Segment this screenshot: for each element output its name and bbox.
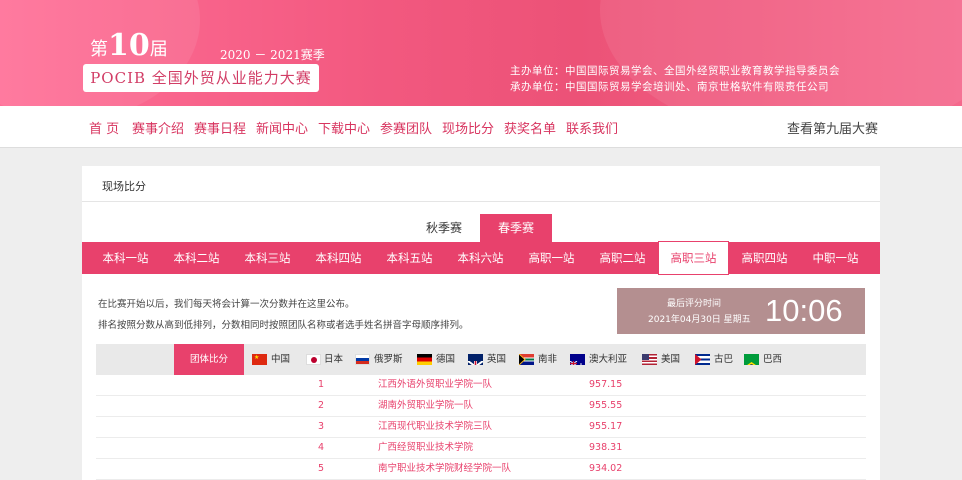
co-organizer-line: 承办单位：中国国际贸易学会培训处、南京世格软件有限责任公司 (510, 81, 829, 93)
time-clock: 10:06 (765, 293, 843, 328)
tab-station[interactable]: 本科二站 (161, 242, 232, 274)
table-row: 4 广西经贸职业技术学院 938.31 (96, 438, 866, 459)
japan-flag-icon (306, 354, 321, 365)
tab-station[interactable]: 高职二站 (587, 242, 658, 274)
team-cell: 南宁职业技术学院财经学院一队 (378, 463, 512, 474)
edition-number: 10 (108, 28, 150, 63)
rank-cell: 1 (318, 379, 325, 390)
edition-title: 第10届 (90, 28, 168, 63)
nav-teams[interactable]: 参赛团队 (380, 118, 432, 137)
tab-station-active[interactable]: 高职三站 (658, 241, 729, 275)
rank-cell: 4 (318, 442, 325, 453)
tab-station[interactable]: 高职一站 (516, 242, 587, 274)
nav-awards[interactable]: 获奖名单 (504, 118, 556, 137)
rank-cell: 3 (318, 421, 325, 432)
russia-flag-icon (355, 354, 370, 365)
score-cell: 938.31 (589, 442, 623, 453)
organizers: 主办单位：中国国际贸易学会、全国外经贸职业教育教学指导委员会 承办单位：中国国际… (510, 63, 840, 95)
tab-station[interactable]: 本科一站 (90, 242, 161, 274)
nav-schedule[interactable]: 赛事日程 (194, 118, 246, 137)
usa-flag-icon (642, 354, 657, 365)
nav-home[interactable]: 首 页 (89, 118, 119, 137)
edition-prefix: 第 (90, 39, 108, 60)
group-score-button[interactable]: 团体比分 (174, 344, 244, 375)
australia-flag-icon (570, 354, 585, 365)
tab-station[interactable]: 本科六站 (445, 242, 516, 274)
country-filter: 团体比分 ★ 中国 日本 俄罗斯 德国 英国 南非 澳大利亚 美国 古巴 巴西 (96, 344, 866, 375)
last-scoring-time: 最后评分时间 2021年04月30日 星期五 10:06 (617, 288, 865, 334)
country-label: 巴西 (763, 354, 783, 365)
tab-station[interactable]: 本科四站 (303, 242, 374, 274)
organizer-line: 主办单位：中国国际贸易学会、全国外经贸职业教育教学指导委员会 (510, 65, 840, 77)
table-row: 3 江西现代职业技术学院三队 955.17 (96, 417, 866, 438)
country-label: 俄罗斯 (374, 354, 403, 365)
station-tabs: 本科一站 本科二站 本科三站 本科四站 本科五站 本科六站 高职一站 高职二站 … (82, 241, 880, 275)
country-label: 日本 (324, 354, 344, 365)
brazil-flag-icon (744, 354, 759, 365)
country-label: 英国 (487, 354, 507, 365)
nav-live-score[interactable]: 现场比分 (442, 118, 494, 137)
nav-news[interactable]: 新闻中心 (256, 118, 308, 137)
nav-downloads[interactable]: 下载中心 (318, 118, 370, 137)
country-label: 德国 (436, 354, 456, 365)
team-cell: 江西外语外贸职业学院一队 (378, 379, 493, 390)
country-label: 古巴 (714, 354, 734, 365)
tab-spring[interactable]: 春季赛 (480, 214, 552, 242)
country-label: 中国 (271, 354, 291, 365)
score-cell: 957.15 (589, 379, 623, 390)
competition-name: POCIB 全国外贸从业能力大赛 (83, 64, 319, 92)
main-nav: 首 页 赛事介绍 赛事日程 新闻中心 下载中心 参赛团队 现场比分 获奖名单 联… (0, 106, 962, 148)
nav-ninth-edition-link[interactable]: 查看第九届大赛 (787, 118, 878, 137)
south-africa-flag-icon (519, 354, 534, 365)
score-cell: 955.55 (589, 400, 623, 411)
rank-cell: 2 (318, 400, 325, 411)
rank-cell: 5 (318, 463, 325, 474)
divider (82, 201, 880, 202)
country-label: 南非 (538, 354, 558, 365)
table-row: 2 湖南外贸职业学院一队 955.55 (96, 396, 866, 417)
tab-station[interactable]: 本科三站 (232, 242, 303, 274)
tab-station[interactable]: 中职一站 (800, 242, 871, 274)
team-cell: 江西现代职业技术学院三队 (378, 421, 493, 432)
header-banner: 第10届 2020 － 2021赛季 POCIB 全国外贸从业能力大赛 主办单位… (0, 0, 962, 106)
time-label: 最后评分时间 (667, 299, 722, 309)
edition-suffix: 届 (149, 39, 168, 60)
tab-station[interactable]: 高职四站 (729, 242, 800, 274)
tab-station[interactable]: 本科五站 (374, 242, 445, 274)
score-card: 现场比分 秋季赛 春季赛 本科一站 本科二站 本科三站 本科四站 本科五站 本科… (82, 166, 880, 480)
table-row: 5 南宁职业技术学院财经学院一队 934.02 (96, 459, 866, 480)
country-label: 美国 (661, 354, 681, 365)
info-text: 在比赛开始以后，我们每天将会计算一次分数并在这里公布。 排名按照分数从高到低排列… (98, 294, 469, 336)
info-line: 在比赛开始以后，我们每天将会计算一次分数并在这里公布。 (98, 299, 355, 310)
china-flag-icon: ★ (252, 354, 267, 365)
season-year: 2020 － 2021赛季 (220, 48, 325, 62)
info-line: 排名按照分数从高到低排列，分数相同时按照团队名称或者选手姓名拼音字母顺序排列。 (98, 320, 469, 331)
nav-about[interactable]: 赛事介绍 (132, 118, 184, 137)
cuba-flag-icon (695, 354, 710, 365)
score-cell: 955.17 (589, 421, 623, 432)
tab-autumn[interactable]: 秋季赛 (408, 214, 480, 242)
team-cell: 湖南外贸职业学院一队 (378, 400, 474, 411)
card-title: 现场比分 (102, 180, 146, 193)
country-label: 澳大利亚 (589, 354, 628, 365)
score-cell: 934.02 (589, 463, 623, 474)
nav-contact[interactable]: 联系我们 (566, 118, 618, 137)
team-cell: 广西经贸职业技术学院 (378, 442, 474, 453)
time-date: 2021年04月30日 星期五 (648, 315, 751, 325)
germany-flag-icon (417, 354, 432, 365)
table-row: 1 江西外语外贸职业学院一队 957.15 (96, 375, 866, 396)
uk-flag-icon (468, 354, 483, 365)
